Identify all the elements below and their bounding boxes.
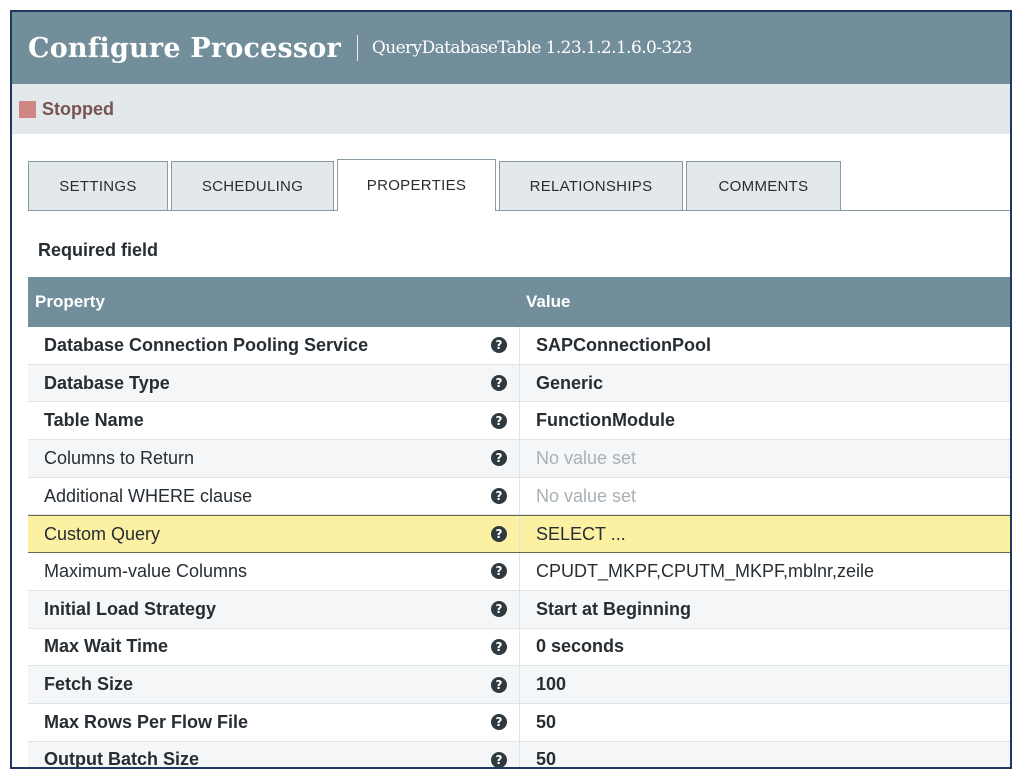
property-value[interactable]: No value set [520,486,1010,507]
property-name-text: Table Name [44,410,144,431]
property-value[interactable]: Generic [520,373,1010,394]
question-circle-icon[interactable]: ? [491,526,507,543]
processor-type-version: QueryDatabaseTable 1.23.1.2.1.6.0-323 [371,38,693,58]
property-name-text: Custom Query [44,523,161,544]
table-row[interactable]: Maximum-value Columns ? CPUDT_MKPF,CPUTM… [28,553,1010,591]
property-value[interactable]: SELECT ... [520,524,1010,545]
tab-properties[interactable]: PROPERTIES [337,159,496,211]
status-bar: Stopped [12,84,1010,134]
property-name-text: Database Type [44,372,170,393]
tab-settings[interactable]: SETTINGS [28,161,168,210]
property-value[interactable]: 50 [520,712,1010,733]
property-name-text: Maximum-value Columns [44,560,248,581]
property-name: Table Name ? [28,402,520,440]
table-row[interactable]: Table Name ? FunctionModule [28,402,1010,441]
property-value[interactable]: No value set [520,448,1010,469]
title-separator [356,35,358,61]
property-name-text: Database Connection Pooling Service [44,334,369,355]
configure-processor-dialog: Configure Processor QueryDatabaseTable 1… [10,10,1012,769]
status-label: Stopped [42,98,114,119]
property-name-text: Columns to Return [44,447,195,468]
table-row[interactable]: Max Rows Per Flow File ? 50 [28,703,1010,742]
question-circle-icon[interactable]: ? [491,638,507,655]
property-value[interactable]: CPUDT_MKPF,CPUTM_MKPF,mblnr,zeile [520,561,1010,582]
property-name: Maximum-value Columns ? [28,553,520,590]
property-value[interactable]: FunctionModule [520,410,1010,431]
properties-table: Property Value Database Connection Pooli… [28,277,1010,769]
table-row[interactable]: Max Wait Time ? 0 seconds [28,628,1010,667]
property-name-text: Fetch Size [44,674,134,695]
question-circle-icon[interactable]: ? [491,337,507,354]
question-circle-icon[interactable]: ? [491,601,507,618]
property-value[interactable]: 50 [520,749,1010,767]
question-circle-icon[interactable]: ? [491,751,507,767]
column-header-value[interactable]: Value [520,292,570,312]
dialog-header: Configure Processor QueryDatabaseTable 1… [12,12,1010,84]
question-circle-icon[interactable]: ? [491,488,507,505]
property-name-text: Initial Load Strategy [44,598,217,619]
question-circle-icon[interactable]: ? [491,714,507,731]
property-name-text: Additional WHERE clause [44,485,253,506]
property-name: Output Batch Size ? [28,741,520,769]
table-row[interactable]: Initial Load Strategy ? Start at Beginni… [28,590,1010,629]
column-header-property[interactable]: Property [28,292,520,312]
table-header: Property Value [28,277,1010,327]
property-name-text: Output Batch Size [44,749,200,769]
question-circle-icon[interactable]: ? [491,375,507,392]
property-name: Database Type ? [28,364,520,402]
table-row[interactable]: Fetch Size ? 100 [28,666,1010,704]
property-name: Custom Query ? [28,516,520,553]
property-name: Columns to Return ? [28,440,520,477]
property-name-text: Max Rows Per Flow File [44,711,249,732]
question-circle-icon[interactable]: ? [491,676,507,693]
table-row[interactable]: Database Connection Pooling Service ? SA… [28,327,1010,365]
question-circle-icon[interactable]: ? [491,412,507,429]
table-row[interactable]: Database Type ? Generic [28,364,1010,403]
tab-relationships[interactable]: RELATIONSHIPS [499,161,683,210]
tab-bar-divider [28,210,1010,211]
stopped-icon [19,100,36,118]
table-row-selected[interactable]: Custom Query ? SELECT ... [28,515,1010,554]
tab-bar: SETTINGS SCHEDULING PROPERTIES RELATIONS… [28,159,1010,211]
tab-comments[interactable]: COMMENTS [686,161,841,210]
property-value[interactable]: 0 seconds [520,636,1010,657]
dialog-title: Configure Processor [28,32,341,64]
property-value[interactable]: 100 [520,674,1010,695]
property-name: Database Connection Pooling Service ? [28,327,520,364]
property-name: Additional WHERE clause ? [28,477,520,515]
question-circle-icon[interactable]: ? [491,563,507,580]
property-name-text: Max Wait Time [44,636,169,657]
table-row[interactable]: Additional WHERE clause ? No value set [28,477,1010,516]
tab-scheduling[interactable]: SCHEDULING [171,161,334,210]
property-name: Initial Load Strategy ? [28,590,520,628]
property-name: Max Wait Time ? [28,628,520,666]
property-name: Fetch Size ? [28,666,520,703]
table-row[interactable]: Output Batch Size ? 50 [28,741,1010,769]
property-value[interactable]: Start at Beginning [520,599,1010,620]
question-circle-icon[interactable]: ? [491,450,507,467]
property-name: Max Rows Per Flow File ? [28,703,520,741]
property-value[interactable]: SAPConnectionPool [520,335,1010,356]
required-field-legend: Required field [38,240,159,260]
table-row[interactable]: Columns to Return ? No value set [28,440,1010,478]
